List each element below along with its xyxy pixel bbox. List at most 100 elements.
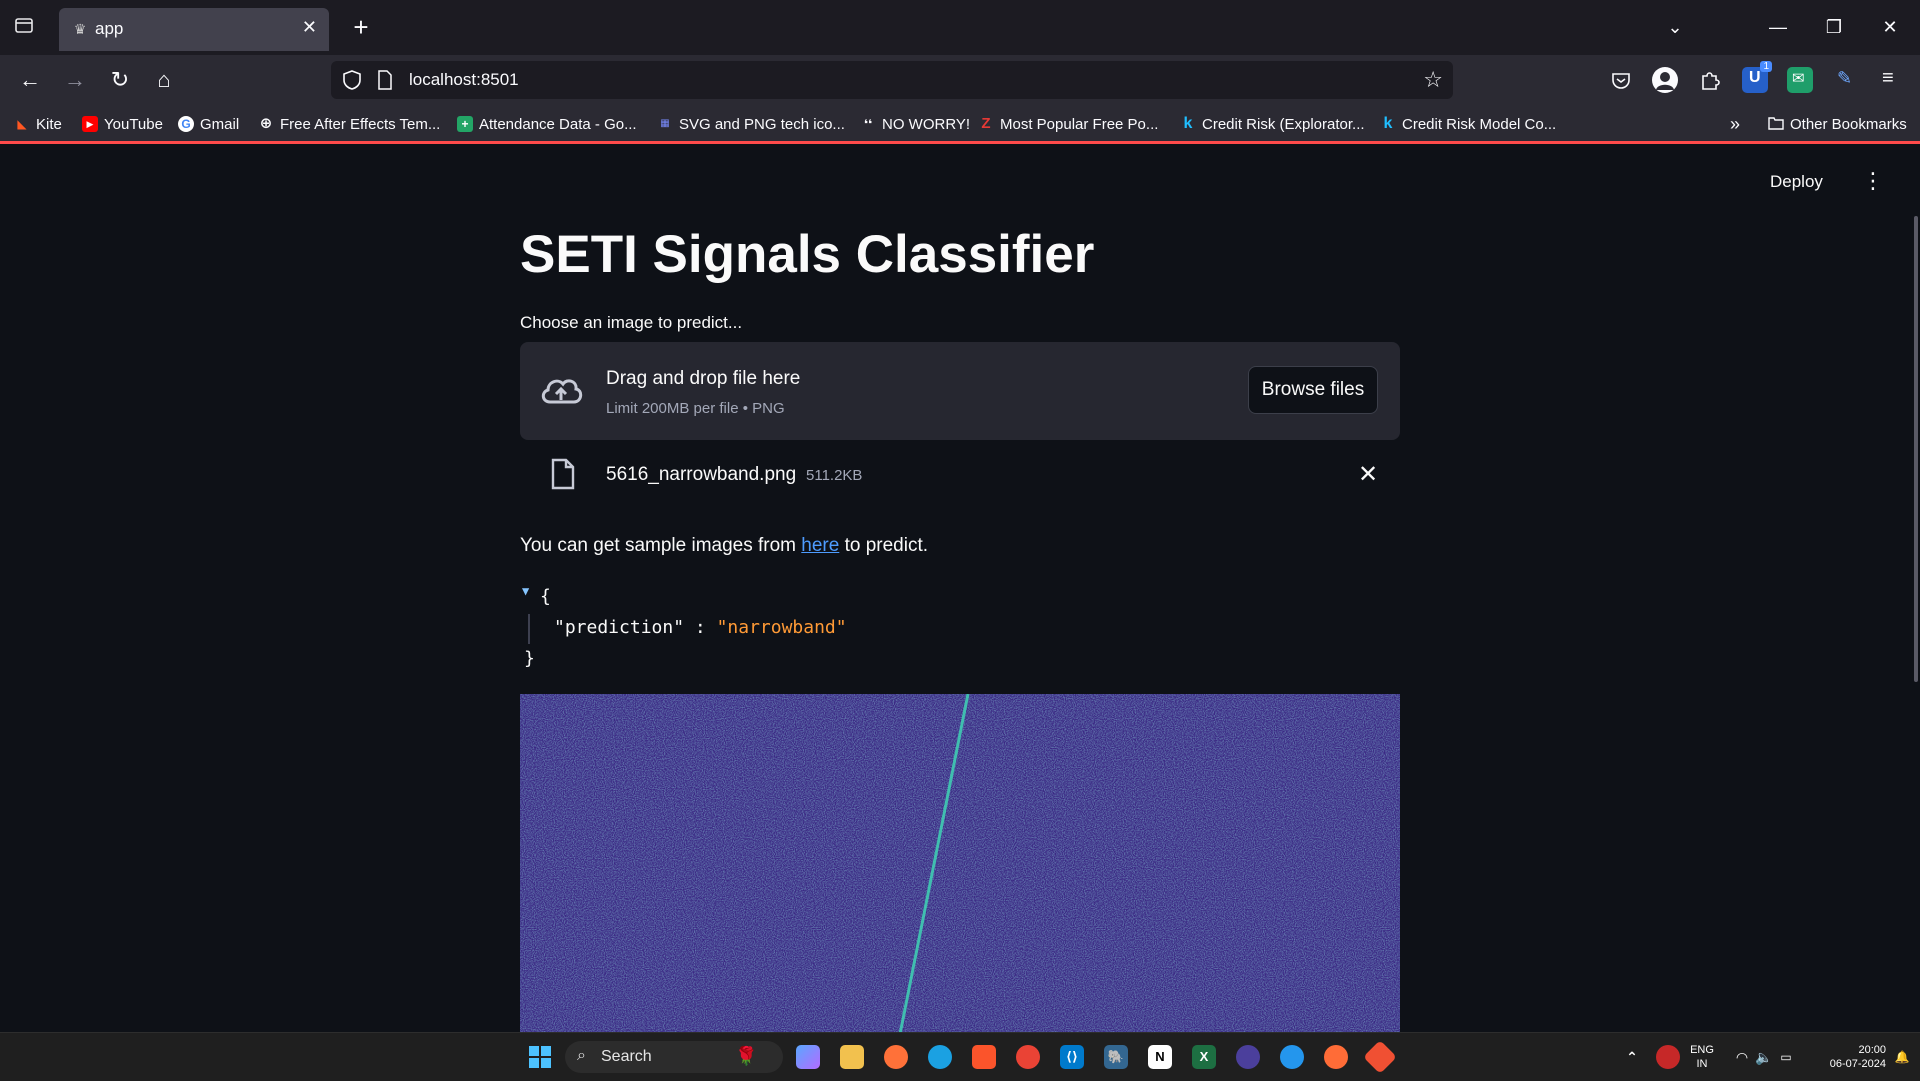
sample-images-text: You can get sample images from here to p… bbox=[520, 535, 929, 556]
json-open-brace: { bbox=[540, 586, 551, 607]
main-menu-kebab-icon[interactable]: ⋮ bbox=[1862, 168, 1884, 194]
streamlit-favicon-icon: ♛ bbox=[73, 21, 87, 37]
tab-list-icon[interactable] bbox=[10, 14, 38, 42]
firefox-icon[interactable] bbox=[884, 1045, 908, 1069]
windows-start-icon[interactable] bbox=[528, 1045, 552, 1069]
close-window-icon[interactable]: ✕ bbox=[1870, 12, 1910, 42]
brave-icon[interactable] bbox=[972, 1045, 996, 1069]
account-avatar-icon[interactable] bbox=[1652, 67, 1678, 93]
browser-tabstrip: ♛ app ✕ + ⌄ — ❐ ✕ bbox=[0, 0, 1920, 55]
address-bar[interactable]: localhost:8501 ☆ bbox=[331, 61, 1453, 99]
tray-overflow-chevron-icon[interactable]: ⌃ bbox=[1620, 1045, 1644, 1069]
mail-extension-icon[interactable]: ✉ bbox=[1787, 67, 1813, 93]
json-separator: : bbox=[684, 617, 717, 638]
kite-icon: ◣ bbox=[17, 117, 27, 131]
bookmark-kite[interactable]: ◣ Kite bbox=[14, 114, 61, 134]
streamlit-app: Deploy ⋮ SETI Signals Classifier Choose … bbox=[0, 144, 1920, 1032]
obs-icon[interactable] bbox=[1236, 1045, 1260, 1069]
bookmark-credit-risk-model[interactable]: k Credit Risk Model Co... bbox=[1380, 114, 1557, 134]
bookmarks-overflow-chevron-icon[interactable]: » bbox=[1730, 114, 1740, 134]
dropzone-limit: Limit 200MB per file • PNG bbox=[606, 400, 785, 417]
minimize-window-icon[interactable]: — bbox=[1758, 12, 1798, 42]
copilot-icon[interactable] bbox=[796, 1045, 820, 1069]
reload-icon[interactable]: ↻ bbox=[105, 65, 135, 95]
taskbar-search-box[interactable]: ⌕ Search 🌹 bbox=[565, 1041, 783, 1073]
volume-icon[interactable]: 🔈 bbox=[1752, 1045, 1776, 1069]
youtube-icon: ▶ bbox=[82, 116, 98, 132]
wifi-icon[interactable]: ◠ bbox=[1730, 1045, 1754, 1069]
new-tab-plus-icon[interactable]: + bbox=[346, 12, 376, 42]
notifications-bell-icon[interactable]: 🔔 bbox=[1890, 1045, 1914, 1069]
postman-icon[interactable] bbox=[1324, 1045, 1348, 1069]
cloud-upload-icon bbox=[541, 379, 583, 404]
file-document-icon bbox=[551, 458, 575, 490]
menu-hamburger-icon[interactable]: ≡ bbox=[1877, 67, 1903, 93]
bookmark-no-worry[interactable]: ❛❛ NO WORRY! bbox=[860, 114, 970, 134]
forward-arrow-icon[interactable]: → bbox=[60, 65, 90, 95]
z-brand-icon: Z bbox=[981, 115, 991, 132]
dropzone-title: Drag and drop file here bbox=[606, 368, 801, 389]
json-key: "prediction" bbox=[554, 617, 685, 638]
quote-icon: ❛❛ bbox=[863, 117, 873, 131]
tab-title: app bbox=[95, 19, 124, 38]
spectrogram-image bbox=[520, 694, 1400, 1032]
bookmark-credit-risk-exploratory[interactable]: k Credit Risk (Explorator... bbox=[1180, 114, 1365, 134]
git-icon[interactable] bbox=[1363, 1040, 1397, 1074]
page-info-icon[interactable] bbox=[377, 70, 393, 90]
clock[interactable]: 20:00 06-07-2024 bbox=[1806, 1043, 1886, 1071]
kaggle-icon: k bbox=[1183, 115, 1193, 132]
browse-files-button[interactable]: Browse files bbox=[1248, 366, 1378, 414]
bookmark-gmail[interactable]: G Gmail bbox=[178, 114, 239, 134]
google-icon: G bbox=[178, 116, 194, 132]
json-close-brace: } bbox=[524, 648, 535, 669]
url-text[interactable]: localhost:8501 bbox=[409, 70, 519, 90]
tracking-shield-icon[interactable] bbox=[341, 69, 363, 91]
browser-tab-app[interactable]: ♛ app ✕ bbox=[59, 8, 329, 51]
vscode-icon[interactable]: ⟨⟩ bbox=[1060, 1045, 1084, 1069]
tray-app-icon[interactable] bbox=[1656, 1045, 1680, 1069]
chrome-icon[interactable] bbox=[1016, 1045, 1040, 1069]
battery-icon[interactable]: ▭ bbox=[1774, 1045, 1798, 1069]
search-icon: ⌕ bbox=[577, 1047, 586, 1064]
kaggle-icon: k bbox=[1383, 115, 1393, 132]
bookmark-star-icon[interactable]: ☆ bbox=[1423, 67, 1443, 93]
extensions-puzzle-icon[interactable] bbox=[1697, 67, 1723, 93]
sample-images-link[interactable]: here bbox=[801, 535, 839, 556]
file-dropzone[interactable]: Drag and drop file here Limit 200MB per … bbox=[520, 342, 1400, 440]
remove-file-close-icon[interactable]: ✕ bbox=[1358, 460, 1378, 489]
windows-taskbar: ⌕ Search 🌹 ⟨⟩ 🐘 N X ⌃ ENG IN ◠ 🔈 ▭ 20:00… bbox=[0, 1032, 1920, 1081]
bookmark-svg-png-tech-icons[interactable]: ▦ SVG and PNG tech ico... bbox=[657, 114, 845, 134]
uploaded-file-name: 5616_narrowband.png bbox=[606, 464, 797, 485]
deploy-button[interactable]: Deploy bbox=[1770, 172, 1823, 192]
pen-extension-icon[interactable]: ✎ bbox=[1832, 67, 1858, 93]
back-arrow-icon[interactable]: ← bbox=[15, 65, 45, 95]
pocket-icon[interactable] bbox=[1608, 67, 1634, 93]
bookmark-attendance-data[interactable]: + Attendance Data - Go... bbox=[457, 114, 637, 134]
restore-window-icon[interactable]: ❐ bbox=[1814, 12, 1854, 42]
notion-icon[interactable]: N bbox=[1148, 1045, 1172, 1069]
bookmark-free-after-effects[interactable]: ⊕ Free After Effects Tem... bbox=[258, 114, 441, 134]
tab-overflow-chevron-icon[interactable]: ⌄ bbox=[1655, 12, 1695, 42]
taskbar-search-label: Search bbox=[601, 1048, 652, 1065]
tab-close-icon[interactable]: ✕ bbox=[302, 17, 317, 38]
postgresql-icon[interactable]: 🐘 bbox=[1104, 1045, 1128, 1069]
page-scrollbar[interactable] bbox=[1914, 216, 1918, 682]
bookmark-youtube[interactable]: ▶ YouTube bbox=[82, 114, 163, 134]
sheets-icon: + bbox=[457, 116, 473, 132]
page-title: SETI Signals Classifier bbox=[520, 225, 1095, 284]
language-indicator[interactable]: ENG IN bbox=[1688, 1043, 1716, 1071]
json-value: "narrowband" bbox=[716, 617, 847, 638]
excel-icon[interactable]: X bbox=[1192, 1045, 1216, 1069]
globe-icon: ⊕ bbox=[259, 115, 273, 132]
ublock-extension-icon[interactable]: U 1 bbox=[1742, 61, 1772, 93]
folder-icon bbox=[1768, 116, 1784, 132]
file-explorer-icon[interactable] bbox=[840, 1045, 864, 1069]
home-icon[interactable]: ⌂ bbox=[149, 65, 179, 95]
docker-icon[interactable] bbox=[1280, 1045, 1304, 1069]
extension-badge: 1 bbox=[1760, 61, 1772, 72]
bookmark-most-popular-free[interactable]: Z Most Popular Free Po... bbox=[978, 114, 1158, 134]
collapse-caret-icon[interactable]: ▼ bbox=[522, 584, 529, 598]
edge-icon[interactable] bbox=[928, 1045, 952, 1069]
other-bookmarks[interactable]: Other Bookmarks bbox=[1768, 114, 1907, 134]
file-uploader-label: Choose an image to predict... bbox=[520, 313, 743, 332]
